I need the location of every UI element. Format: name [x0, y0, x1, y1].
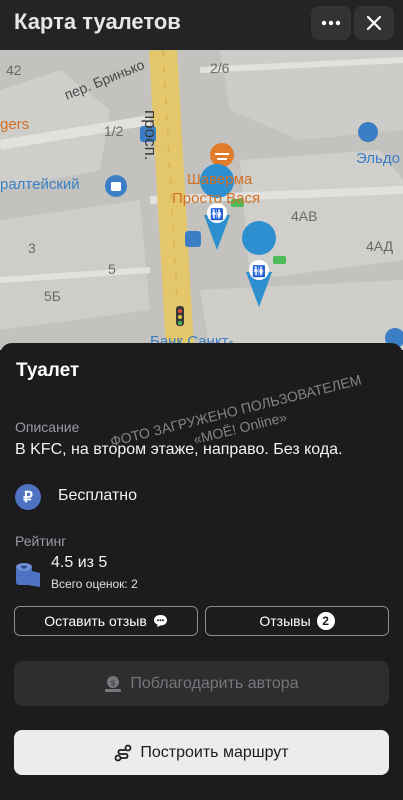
house-number-5: 5 [108, 261, 116, 277]
leave-review-button[interactable]: Оставить отзыв [14, 606, 198, 636]
house-number-3: 3 [28, 240, 36, 256]
house-number-4ad: 4АД [366, 238, 394, 254]
house-number-5b: 5Б [44, 288, 61, 304]
house-number-4av: 4АВ [291, 208, 318, 224]
thank-author-label: Поблагодарить автора [130, 674, 299, 692]
poi-label-shawarma-line1: Шаверма [187, 171, 253, 188]
close-button[interactable] [354, 6, 394, 40]
ruble-icon: ₽ [15, 484, 41, 510]
poi-label-gers: gers [0, 116, 30, 133]
svg-text:🚻: 🚻 [210, 208, 224, 221]
more-dots-icon [321, 20, 341, 26]
reviews-button[interactable]: Отзывы 2 [205, 606, 389, 636]
build-route-button[interactable]: Построить маршрут [14, 730, 389, 775]
svg-text:🚻: 🚻 [252, 265, 266, 278]
svg-text:$: $ [111, 678, 116, 687]
poi-label-admiralteysky: ралтейский [0, 176, 80, 193]
poi-label-eldo: Эльдо [356, 150, 400, 167]
map-view[interactable]: 🚻 🚻 пер. Бринько просп. 42 2/6 1/2 4АВ 4… [0, 50, 403, 350]
rating-value: 4.5 из 5 [51, 554, 108, 571]
rating-count: Всего оценок: 2 [51, 577, 138, 591]
poi-label-shawarma-line2: Просто Вася [172, 190, 261, 207]
reviews-label: Отзывы [259, 613, 311, 629]
thank-author-button[interactable]: $ Поблагодарить автора [14, 661, 389, 706]
house-number-2-6: 2/6 [210, 60, 230, 76]
build-route-label: Построить маршрут [140, 743, 289, 761]
route-icon [114, 744, 132, 761]
header-bar: Карта туалетов [0, 0, 403, 50]
reviews-count-badge: 2 [316, 612, 335, 630]
street-label-prospekt: просп. [141, 110, 160, 161]
donation-icon: $ [105, 675, 122, 692]
close-icon [366, 15, 382, 31]
sheet-title: Туалет [16, 360, 80, 381]
house-number-1-2: 1/2 [104, 123, 124, 139]
description-label: Описание [15, 419, 80, 435]
leave-review-label: Оставить отзыв [44, 613, 147, 629]
app-title: Карта туалетов [14, 9, 181, 34]
toilet-paper-icon [16, 563, 40, 587]
house-number-42: 42 [6, 62, 22, 78]
rating-label: Рейтинг [15, 533, 67, 549]
chat-bubble-icon [153, 615, 167, 627]
more-button[interactable] [311, 6, 351, 40]
price-text: Бесплатно [58, 487, 138, 504]
toilet-details-sheet: Туалет Описание В KFC, на втором этаже, … [0, 343, 403, 800]
